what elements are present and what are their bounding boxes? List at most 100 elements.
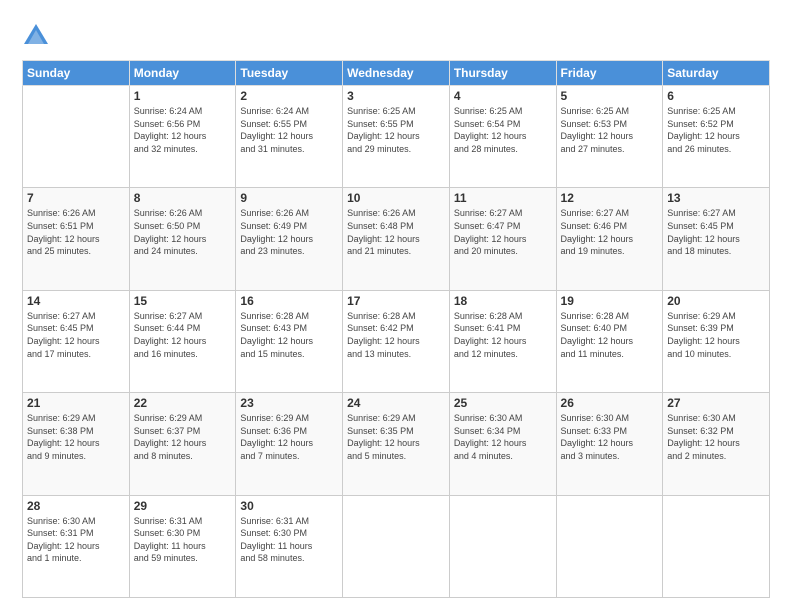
page: SundayMondayTuesdayWednesdayThursdayFrid… xyxy=(0,0,792,612)
calendar-cell: 6Sunrise: 6:25 AMSunset: 6:52 PMDaylight… xyxy=(663,86,770,188)
day-info: Sunrise: 6:30 AMSunset: 6:32 PMDaylight:… xyxy=(667,412,765,462)
week-row-3: 14 Sunrise: 6:27 AMSunset: 6:45 PMDayligh… xyxy=(23,290,770,392)
calendar-cell: 30 Sunrise: 6:31 AMSunset: 6:30 PMDayligh… xyxy=(236,495,343,597)
day-info: Sunrise: 6:25 AMSunset: 6:52 PMDaylight:… xyxy=(667,105,765,155)
calendar-cell: 16 Sunrise: 6:28 AMSunset: 6:43 PMDayligh… xyxy=(236,290,343,392)
day-number: 16 xyxy=(240,294,338,308)
day-number: 7 xyxy=(27,191,125,205)
logo xyxy=(22,22,54,50)
week-row-5: 28 Sunrise: 6:30 AMSunset: 6:31 PMDayligh… xyxy=(23,495,770,597)
day-info: Sunrise: 6:27 AMSunset: 6:46 PMDaylight:… xyxy=(561,207,659,257)
day-number: 2 xyxy=(240,89,338,103)
weekday-header-saturday: Saturday xyxy=(663,61,770,86)
calendar-cell xyxy=(449,495,556,597)
day-number: 18 xyxy=(454,294,552,308)
calendar-cell: 21 Sunrise: 6:29 AMSunset: 6:38 PMDayligh… xyxy=(23,393,130,495)
day-info: Sunrise: 6:27 AMSunset: 6:45 PMDaylight:… xyxy=(667,207,765,257)
day-info: Sunrise: 6:26 AMSunset: 6:50 PMDaylight:… xyxy=(134,207,232,257)
day-number: 5 xyxy=(561,89,659,103)
day-info: Sunrise: 6:29 AMSunset: 6:39 PMDaylight:… xyxy=(667,310,765,360)
day-number: 22 xyxy=(134,396,232,410)
day-number: 20 xyxy=(667,294,765,308)
calendar-cell: 14 Sunrise: 6:27 AMSunset: 6:45 PMDayligh… xyxy=(23,290,130,392)
calendar-cell xyxy=(556,495,663,597)
calendar-cell: 4 Sunrise: 6:25 AMSunset: 6:54 PMDaylight… xyxy=(449,86,556,188)
calendar-cell: 3 Sunrise: 6:25 AMSunset: 6:55 PMDaylight… xyxy=(343,86,450,188)
day-number: 29 xyxy=(134,499,232,513)
weekday-header-wednesday: Wednesday xyxy=(343,61,450,86)
calendar-cell: 20 Sunrise: 6:29 AMSunset: 6:39 PMDayligh… xyxy=(663,290,770,392)
day-number: 3 xyxy=(347,89,445,103)
day-info: Sunrise: 6:29 AMSunset: 6:38 PMDaylight:… xyxy=(27,412,125,462)
day-info: Sunrise: 6:27 AMSunset: 6:47 PMDaylight:… xyxy=(454,207,552,257)
calendar-cell: 8 Sunrise: 6:26 AMSunset: 6:50 PMDaylight… xyxy=(129,188,236,290)
weekday-header-tuesday: Tuesday xyxy=(236,61,343,86)
calendar-cell: 11 Sunrise: 6:27 AMSunset: 6:47 PMDayligh… xyxy=(449,188,556,290)
weekday-header-friday: Friday xyxy=(556,61,663,86)
day-info: Sunrise: 6:29 AMSunset: 6:36 PMDaylight:… xyxy=(240,412,338,462)
calendar-cell: 2 Sunrise: 6:24 AMSunset: 6:55 PMDaylight… xyxy=(236,86,343,188)
weekday-header-monday: Monday xyxy=(129,61,236,86)
day-info: Sunrise: 6:31 AMSunset: 6:30 PMDaylight:… xyxy=(240,515,338,565)
day-number: 23 xyxy=(240,396,338,410)
day-number: 11 xyxy=(454,191,552,205)
calendar-cell: 13 Sunrise: 6:27 AMSunset: 6:45 PMDayligh… xyxy=(663,188,770,290)
day-number: 9 xyxy=(240,191,338,205)
calendar-cell: 10 Sunrise: 6:26 AMSunset: 6:48 PMDayligh… xyxy=(343,188,450,290)
week-row-4: 21 Sunrise: 6:29 AMSunset: 6:38 PMDayligh… xyxy=(23,393,770,495)
calendar-cell: 26 Sunrise: 6:30 AMSunset: 6:33 PMDayligh… xyxy=(556,393,663,495)
weekday-header-row: SundayMondayTuesdayWednesdayThursdayFrid… xyxy=(23,61,770,86)
day-number: 21 xyxy=(27,396,125,410)
week-row-1: 1 Sunrise: 6:24 AMSunset: 6:56 PMDaylight… xyxy=(23,86,770,188)
calendar-cell: 15Sunrise: 6:27 AMSunset: 6:44 PMDayligh… xyxy=(129,290,236,392)
day-info: Sunrise: 6:28 AMSunset: 6:43 PMDaylight:… xyxy=(240,310,338,360)
day-info: Sunrise: 6:29 AMSunset: 6:37 PMDaylight:… xyxy=(134,412,232,462)
day-number: 12 xyxy=(561,191,659,205)
day-number: 4 xyxy=(454,89,552,103)
day-number: 8 xyxy=(134,191,232,205)
day-info: Sunrise: 6:24 AMSunset: 6:55 PMDaylight:… xyxy=(240,105,338,155)
header xyxy=(22,18,770,50)
calendar-cell: 12 Sunrise: 6:27 AMSunset: 6:46 PMDayligh… xyxy=(556,188,663,290)
day-number: 19 xyxy=(561,294,659,308)
day-number: 14 xyxy=(27,294,125,308)
calendar-cell: 9 Sunrise: 6:26 AMSunset: 6:49 PMDaylight… xyxy=(236,188,343,290)
calendar-cell xyxy=(23,86,130,188)
day-info: Sunrise: 6:30 AMSunset: 6:33 PMDaylight:… xyxy=(561,412,659,462)
week-row-2: 7 Sunrise: 6:26 AMSunset: 6:51 PMDaylight… xyxy=(23,188,770,290)
day-info: Sunrise: 6:28 AMSunset: 6:42 PMDaylight:… xyxy=(347,310,445,360)
day-number: 28 xyxy=(27,499,125,513)
day-info: Sunrise: 6:24 AMSunset: 6:56 PMDaylight:… xyxy=(134,105,232,155)
day-number: 15 xyxy=(134,294,232,308)
day-number: 10 xyxy=(347,191,445,205)
day-info: Sunrise: 6:26 AMSunset: 6:51 PMDaylight:… xyxy=(27,207,125,257)
day-number: 26 xyxy=(561,396,659,410)
day-info: Sunrise: 6:25 AMSunset: 6:54 PMDaylight:… xyxy=(454,105,552,155)
calendar-cell: 18 Sunrise: 6:28 AMSunset: 6:41 PMDayligh… xyxy=(449,290,556,392)
day-number: 1 xyxy=(134,89,232,103)
day-info: Sunrise: 6:26 AMSunset: 6:49 PMDaylight:… xyxy=(240,207,338,257)
day-info: Sunrise: 6:30 AMSunset: 6:31 PMDaylight:… xyxy=(27,515,125,565)
calendar-cell xyxy=(343,495,450,597)
calendar-cell: 28 Sunrise: 6:30 AMSunset: 6:31 PMDayligh… xyxy=(23,495,130,597)
day-number: 30 xyxy=(240,499,338,513)
calendar-cell: 7 Sunrise: 6:26 AMSunset: 6:51 PMDaylight… xyxy=(23,188,130,290)
calendar-table: SundayMondayTuesdayWednesdayThursdayFrid… xyxy=(22,60,770,598)
day-info: Sunrise: 6:28 AMSunset: 6:41 PMDaylight:… xyxy=(454,310,552,360)
day-number: 13 xyxy=(667,191,765,205)
day-info: Sunrise: 6:29 AMSunset: 6:35 PMDaylight:… xyxy=(347,412,445,462)
day-number: 27 xyxy=(667,396,765,410)
calendar-cell: 27 Sunrise: 6:30 AMSunset: 6:32 PMDayligh… xyxy=(663,393,770,495)
logo-icon xyxy=(22,22,50,50)
calendar-cell: 29Sunrise: 6:31 AMSunset: 6:30 PMDayligh… xyxy=(129,495,236,597)
day-info: Sunrise: 6:27 AMSunset: 6:45 PMDaylight:… xyxy=(27,310,125,360)
day-info: Sunrise: 6:25 AMSunset: 6:55 PMDaylight:… xyxy=(347,105,445,155)
weekday-header-thursday: Thursday xyxy=(449,61,556,86)
calendar-cell: 23 Sunrise: 6:29 AMSunset: 6:36 PMDayligh… xyxy=(236,393,343,495)
day-number: 17 xyxy=(347,294,445,308)
calendar-cell: 19Sunrise: 6:28 AMSunset: 6:40 PMDayligh… xyxy=(556,290,663,392)
day-info: Sunrise: 6:25 AMSunset: 6:53 PMDaylight:… xyxy=(561,105,659,155)
calendar-cell: 24Sunrise: 6:29 AMSunset: 6:35 PMDayligh… xyxy=(343,393,450,495)
day-info: Sunrise: 6:26 AMSunset: 6:48 PMDaylight:… xyxy=(347,207,445,257)
day-number: 25 xyxy=(454,396,552,410)
